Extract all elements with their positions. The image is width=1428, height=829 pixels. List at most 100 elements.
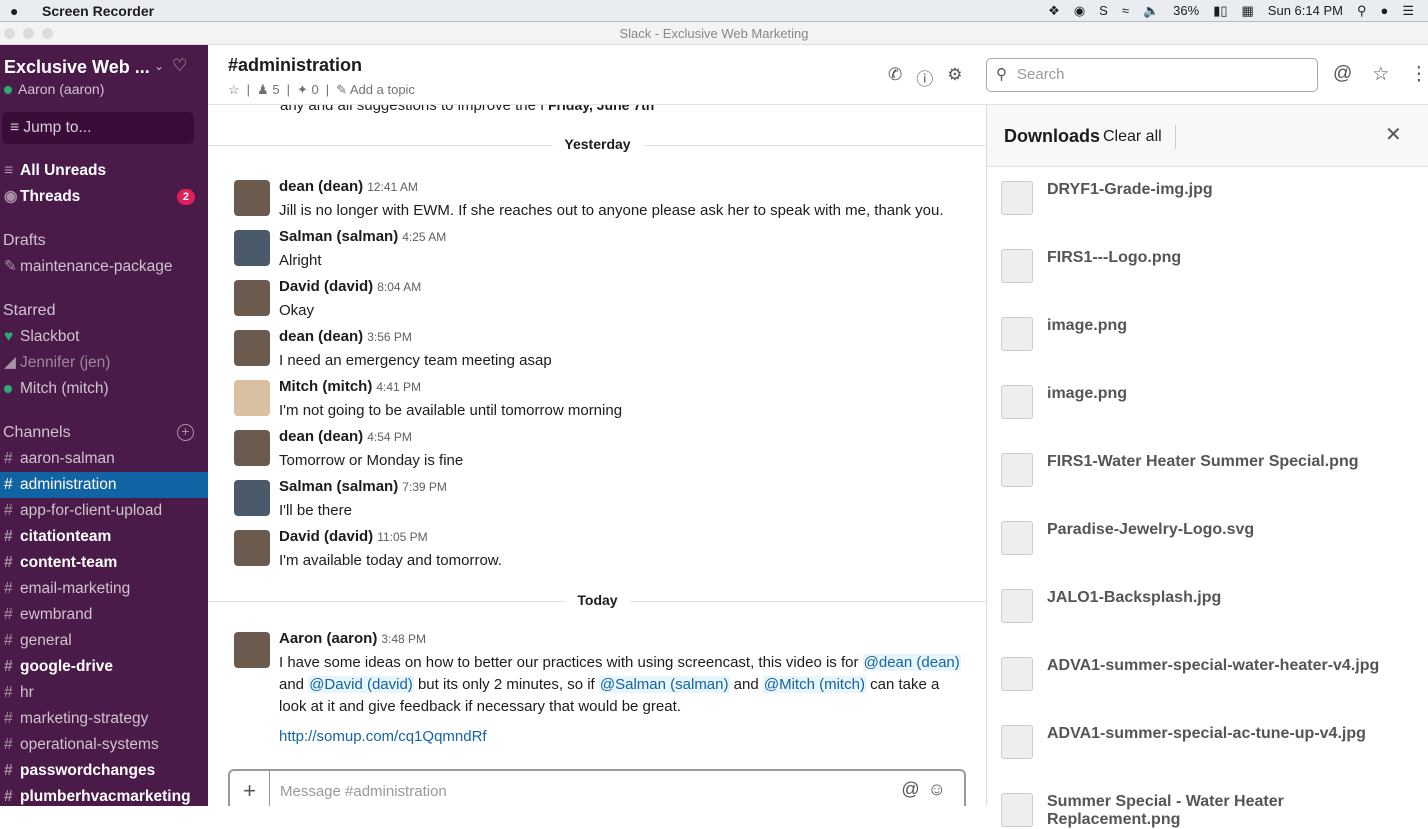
- timestamp[interactable]: 3:48 PM: [381, 632, 426, 646]
- author[interactable]: dean (dean): [279, 328, 363, 345]
- jump-to-button[interactable]: ≡ Jump to...: [2, 112, 194, 144]
- sidebar-item-channel[interactable]: # plumberhvacmarketing: [0, 784, 208, 810]
- mention-icon[interactable]: @: [901, 779, 927, 799]
- sidebar-item-channel[interactable]: # aaron-salman: [0, 446, 208, 472]
- avatar[interactable]: [234, 380, 270, 416]
- download-item[interactable]: ADVA1-summer-special-water-heater-v4.jpg: [1001, 657, 1421, 691]
- sidebar-item-channel[interactable]: # marketing-strategy: [0, 706, 208, 732]
- channel-title[interactable]: #administration: [228, 55, 362, 76]
- dropbox-icon[interactable]: ❖: [1048, 3, 1060, 19]
- sidebar-item-channel[interactable]: # app-for-client-upload: [0, 498, 208, 524]
- download-item[interactable]: ADVA1-summer-special-ac-tune-up-v4.jpg: [1001, 725, 1421, 759]
- avatar[interactable]: [234, 280, 270, 316]
- timestamp[interactable]: 4:54 PM: [367, 430, 412, 444]
- avatar[interactable]: [234, 230, 270, 266]
- download-item[interactable]: image.png: [1001, 317, 1421, 351]
- download-item[interactable]: Paradise-Jewelry-Logo.svg: [1001, 521, 1421, 555]
- minimize-window-button[interactable]: [23, 28, 34, 39]
- message-composer[interactable]: + Message #administration @☺: [228, 769, 966, 806]
- sidebar-item-channel[interactable]: # hr: [0, 680, 208, 706]
- clear-all-button[interactable]: Clear all: [1103, 128, 1162, 146]
- starred-heading[interactable]: Starred: [3, 302, 55, 320]
- timestamp[interactable]: 8:04 AM: [377, 280, 421, 294]
- sidebar-item-all-unreads[interactable]: ≡ All Unreads: [0, 158, 208, 184]
- sidebar-item-draft[interactable]: ✎ maintenance-package: [0, 254, 208, 280]
- mention[interactable]: @David (david): [308, 676, 414, 693]
- add-topic-button[interactable]: ✎ Add a topic: [336, 82, 415, 98]
- sidebar-item-channel[interactable]: # email-marketing: [0, 576, 208, 602]
- avatar[interactable]: [234, 430, 270, 466]
- sidebar-item-channel[interactable]: # administration: [0, 472, 208, 498]
- download-item[interactable]: DRYF1-Grade-img.jpg: [1001, 181, 1421, 215]
- add-channel-icon[interactable]: +: [177, 424, 194, 441]
- starred-items-icon[interactable]: ☆: [1372, 63, 1389, 86]
- file-name[interactable]: Paradise-Jewelry-Logo.svg: [1047, 521, 1254, 539]
- clock[interactable]: Sun 6:14 PM: [1268, 3, 1343, 18]
- more-icon[interactable]: ⋮: [1409, 63, 1428, 86]
- timestamp[interactable]: 4:25 AM: [402, 230, 446, 244]
- siri-icon[interactable]: ●: [1380, 3, 1388, 18]
- mention[interactable]: @Mitch (mitch): [762, 676, 866, 693]
- sidebar-item-threads[interactable]: ◉ Threads 2: [0, 184, 208, 210]
- download-item[interactable]: image.png: [1001, 385, 1421, 419]
- mention[interactable]: @dean (dean): [862, 654, 961, 671]
- avatar[interactable]: [234, 480, 270, 516]
- avatar[interactable]: [234, 330, 270, 366]
- timestamp[interactable]: 4:41 PM: [376, 380, 421, 394]
- channels-heading[interactable]: Channels: [3, 424, 71, 442]
- file-name[interactable]: ADVA1-summer-special-ac-tune-up-v4.jpg: [1047, 725, 1366, 743]
- sidebar-item-channel[interactable]: # general: [0, 628, 208, 654]
- volume-icon[interactable]: 🔈: [1143, 3, 1159, 19]
- file-name[interactable]: DRYF1-Grade-img.jpg: [1047, 181, 1213, 199]
- workspace-name[interactable]: Exclusive Web ...: [4, 57, 150, 78]
- current-user[interactable]: Aaron (aaron): [4, 81, 104, 97]
- drafts-heading[interactable]: Drafts: [3, 232, 46, 250]
- sidebar-item-mitch[interactable]: Mitch (mitch): [0, 376, 208, 402]
- wifi-icon[interactable]: ≈: [1122, 3, 1129, 18]
- skype-icon[interactable]: S: [1099, 3, 1108, 18]
- calendar-icon[interactable]: ▦: [1242, 3, 1254, 19]
- author[interactable]: Salman (salman): [279, 478, 398, 495]
- gear-icon[interactable]: ⚙: [947, 65, 962, 90]
- sidebar-item-jennifer[interactable]: ◢ Jennifer (jen): [0, 350, 208, 376]
- file-name[interactable]: image.png: [1047, 317, 1127, 335]
- close-window-button[interactable]: [4, 28, 15, 39]
- close-icon[interactable]: ✕: [1385, 122, 1402, 147]
- sidebar-item-channel[interactable]: # content-team: [0, 550, 208, 576]
- avatar[interactable]: [234, 632, 270, 668]
- message-input[interactable]: Message #administration: [280, 783, 447, 800]
- sidebar-item-channel[interactable]: # ewmbrand: [0, 602, 208, 628]
- timestamp[interactable]: 3:56 PM: [367, 330, 412, 344]
- timestamp[interactable]: 11:05 PM: [377, 530, 427, 544]
- pin-icon[interactable]: ✦ 0: [297, 82, 319, 98]
- sidebar-item-slackbot[interactable]: ♥ Slackbot: [0, 324, 208, 350]
- plus-icon[interactable]: +: [230, 771, 270, 806]
- app-name[interactable]: Screen Recorder: [42, 3, 154, 19]
- file-name[interactable]: FIRS1-Water Heater Summer Special.png: [1047, 453, 1359, 471]
- timestamp[interactable]: 12:41 AM: [367, 180, 418, 194]
- author[interactable]: David (david): [279, 528, 373, 545]
- download-item[interactable]: JALO1-Backsplash.jpg: [1001, 589, 1421, 623]
- phone-icon[interactable]: ✆: [888, 65, 902, 90]
- notification-center-icon[interactable]: ☰: [1402, 3, 1414, 19]
- zoom-window-button[interactable]: [42, 28, 53, 39]
- avatar[interactable]: [234, 180, 270, 216]
- sidebar-item-channel[interactable]: # google-drive: [0, 654, 208, 680]
- timestamp[interactable]: 7:39 PM: [402, 480, 447, 494]
- author[interactable]: dean (dean): [279, 178, 363, 195]
- spotlight-icon[interactable]: ⚲: [1357, 3, 1367, 19]
- file-name[interactable]: ADVA1-summer-special-water-heater-v4.jpg: [1047, 657, 1379, 675]
- search-input[interactable]: ⚲ Search: [986, 58, 1318, 92]
- battery-icon[interactable]: ▮▯: [1213, 3, 1227, 19]
- apple-icon[interactable]: ●: [10, 3, 24, 19]
- members-icon[interactable]: ♟ 5: [257, 82, 280, 98]
- download-item[interactable]: FIRS1---Logo.png: [1001, 249, 1421, 283]
- sidebar-item-channel[interactable]: # passwordchanges: [0, 758, 208, 784]
- file-name[interactable]: image.png: [1047, 385, 1127, 403]
- chevron-down-icon[interactable]: ⌄: [154, 59, 164, 73]
- file-name[interactable]: FIRS1---Logo.png: [1047, 249, 1181, 267]
- video-link[interactable]: http://somup.com/cq1QqmndRf: [279, 728, 487, 745]
- mention[interactable]: @Salman (salman): [598, 676, 730, 693]
- author[interactable]: Salman (salman): [279, 228, 398, 245]
- download-item[interactable]: Summer Special - Water Heater Replacemen…: [1001, 793, 1421, 828]
